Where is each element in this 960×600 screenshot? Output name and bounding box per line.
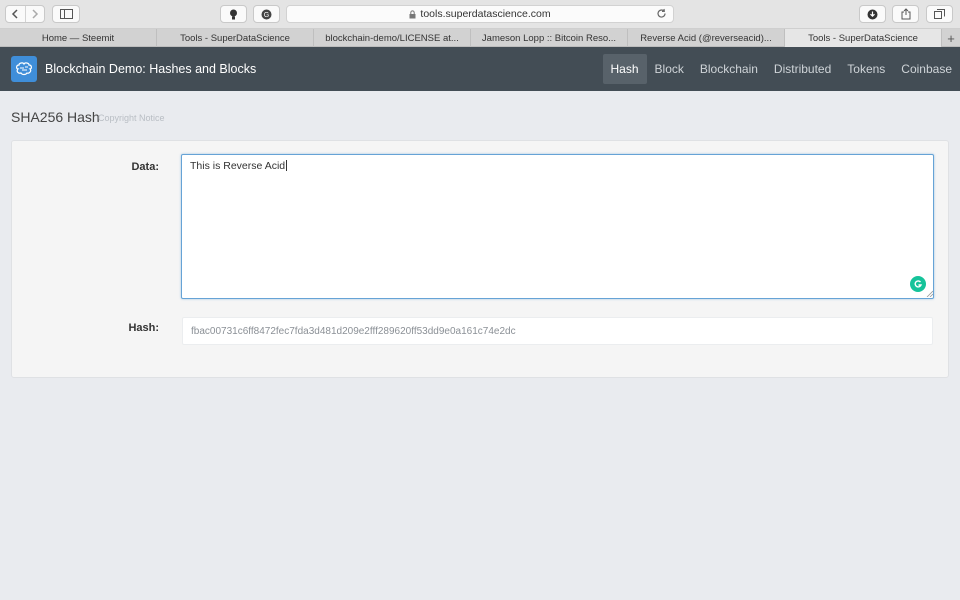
data-text: This is Reverse Acid xyxy=(190,160,286,172)
brain-icon xyxy=(16,62,32,76)
sidebar-icon xyxy=(59,9,73,19)
svg-text:G: G xyxy=(264,12,269,19)
lock-icon xyxy=(409,9,416,18)
nav-hash[interactable]: Hash xyxy=(602,54,647,84)
browser-toolbar: G tools.superdatascience.com xyxy=(0,0,960,29)
reload-icon[interactable] xyxy=(656,8,667,19)
data-textarea[interactable]: This is Reverse Acid xyxy=(181,154,934,299)
grammarly-icon xyxy=(914,280,923,288)
chevron-right-icon xyxy=(32,9,38,19)
nav-distributed[interactable]: Distributed xyxy=(766,54,839,84)
grammarly-icon: G xyxy=(261,9,272,19)
brand-logo[interactable] xyxy=(11,56,37,82)
extension-button[interactable] xyxy=(220,5,247,23)
address-bar[interactable]: tools.superdatascience.com xyxy=(286,5,674,23)
tabs-icon xyxy=(934,9,945,19)
browser-tab-active[interactable]: Tools - SuperDataScience xyxy=(785,29,942,47)
browser-tab-bar: Home — Steemit Tools - SuperDataScience … xyxy=(0,29,960,47)
url-text: tools.superdatascience.com xyxy=(420,8,551,20)
browser-tab[interactable]: Tools - SuperDataScience xyxy=(157,29,314,47)
text-cursor xyxy=(286,160,288,171)
browser-tab[interactable]: Jameson Lopp :: Bitcoin Reso... xyxy=(471,29,628,47)
resize-handle-icon[interactable] xyxy=(926,290,933,297)
nav-coinbase[interactable]: Coinbase xyxy=(893,54,960,84)
main-nav: Hash Block Blockchain Distributed Tokens… xyxy=(602,54,960,84)
download-icon xyxy=(867,9,878,19)
browser-tab[interactable]: blockchain-demo/LICENSE at... xyxy=(314,29,471,47)
copyright-notice-link[interactable]: Copyright Notice xyxy=(98,113,165,123)
share-button[interactable] xyxy=(892,5,919,23)
chevron-left-icon xyxy=(12,9,18,19)
forward-button[interactable] xyxy=(24,6,45,22)
sidebar-toggle-button[interactable] xyxy=(52,5,80,23)
brand-title[interactable]: Blockchain Demo: Hashes and Blocks xyxy=(45,62,256,76)
lightbulb-icon xyxy=(230,9,237,19)
grammarly-button[interactable] xyxy=(910,276,926,292)
share-icon xyxy=(901,8,910,20)
hash-output: fbac00731c6ff8472fec7fda3d481d209e2fff28… xyxy=(182,317,933,345)
new-tab-button[interactable]: + xyxy=(942,29,960,47)
grammarly-extension-button[interactable]: G xyxy=(253,5,280,23)
nav-tokens[interactable]: Tokens xyxy=(839,54,893,84)
hash-label: Hash: xyxy=(128,322,159,334)
app-navbar: Blockchain Demo: Hashes and Blocks Hash … xyxy=(0,47,960,91)
history-nav xyxy=(5,5,45,23)
page-title: SHA256 Hash xyxy=(11,109,100,125)
browser-tab[interactable]: Reverse Acid (@reverseacid)... xyxy=(628,29,785,47)
data-label: Data: xyxy=(131,161,159,173)
browser-tab[interactable]: Home — Steemit xyxy=(0,29,157,47)
nav-block[interactable]: Block xyxy=(647,54,692,84)
back-button[interactable] xyxy=(6,6,25,22)
downloads-button[interactable] xyxy=(859,5,886,23)
tabs-overview-button[interactable] xyxy=(926,5,953,23)
nav-blockchain[interactable]: Blockchain xyxy=(692,54,766,84)
